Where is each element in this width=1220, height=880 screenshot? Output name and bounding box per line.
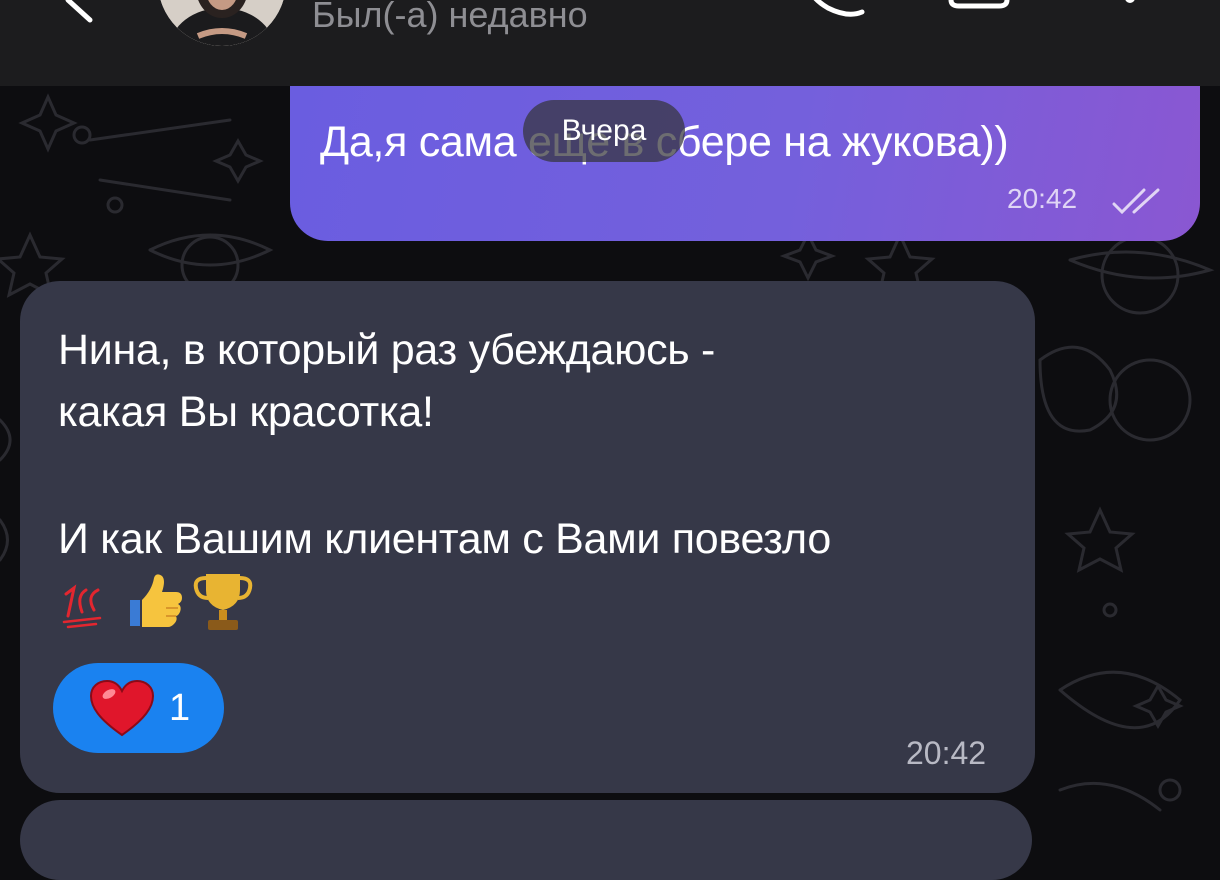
incoming-message-line: какая Вы красотка! xyxy=(58,388,434,436)
reaction-chip[interactable]: 1 xyxy=(53,663,224,753)
chat-header: Был(-а) недавно xyxy=(0,0,1220,86)
thumbs-up-icon xyxy=(130,574,182,627)
double-check-icon xyxy=(1112,188,1160,215)
avatar-photo xyxy=(158,0,286,46)
outgoing-message-time: 20:42 xyxy=(1007,183,1078,214)
reaction-count: 1 xyxy=(169,687,191,729)
avatar[interactable] xyxy=(158,0,286,46)
incoming-message-line: Нина, в который раз убеждаюсь - xyxy=(58,326,716,374)
call-icon[interactable] xyxy=(800,0,870,20)
next-message-bubble[interactable] xyxy=(20,800,1032,880)
contact-status: Был(-а) недавно xyxy=(312,0,588,35)
date-divider-label: Вчера xyxy=(561,114,647,147)
video-icon[interactable] xyxy=(945,0,1025,20)
back-icon[interactable] xyxy=(60,0,100,40)
heart-icon xyxy=(89,679,155,737)
incoming-message-time: 20:42 xyxy=(906,735,987,771)
emoji-row xyxy=(60,570,254,634)
trophy-icon xyxy=(193,574,253,630)
more-icon[interactable] xyxy=(1120,0,1140,20)
incoming-message-line: И как Вашим клиентам с Вами повезло xyxy=(58,515,831,563)
hundred-points-icon xyxy=(60,572,112,632)
date-divider: Вчера xyxy=(523,100,685,162)
